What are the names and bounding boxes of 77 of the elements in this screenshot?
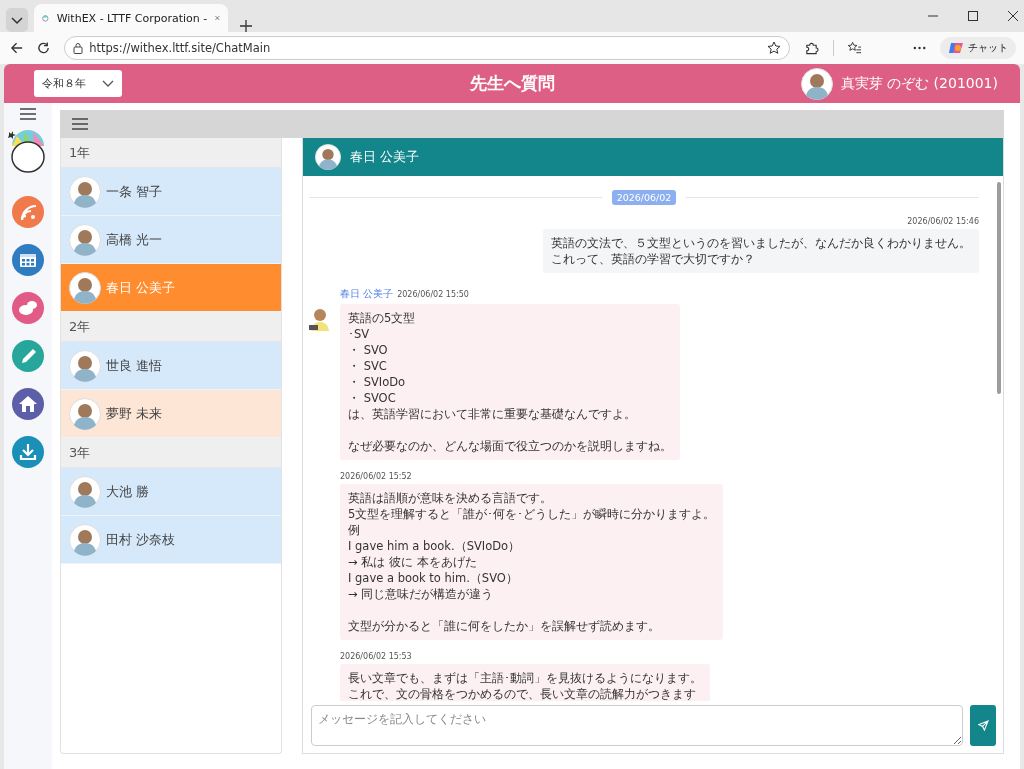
chat-icon[interactable] [12, 292, 44, 324]
page-title: 先生へ質問 [469, 72, 555, 95]
message-line: 英語の文法で、５文型というのを習いましたが、なんだか良くわかりません。 [551, 235, 971, 251]
avatar-icon [315, 144, 341, 170]
group-header: 2年 [61, 312, 281, 342]
avatar-icon [69, 523, 101, 556]
star-icon[interactable] [766, 41, 781, 55]
pencil-icon[interactable] [12, 340, 44, 372]
user-name: 真実芽 のぞむ (201001) [840, 74, 998, 93]
message-line: これで、文の骨格をつかめるので、長い文章の読解力がつきます [348, 686, 697, 701]
message-line: ・ SVIoDo [348, 374, 407, 390]
menu-icon[interactable] [20, 108, 36, 120]
message-line: ・ SVC [348, 358, 388, 374]
close-icon[interactable] [1008, 11, 1018, 21]
message-line: 文型が分かると「誰に何をしたか」を誤解せず読めます。 [348, 618, 661, 634]
message-line: → 私は 彼に 本をあげた [348, 554, 478, 570]
assistant-icon [948, 40, 964, 56]
message-line: → 同じ意味だが構造が違う [348, 586, 495, 602]
avatar-icon [69, 349, 101, 382]
message-line: I gave a book to him.（SVO） [348, 570, 519, 586]
contact-item[interactable]: 一条 智子 [61, 168, 281, 216]
avatar-icon [69, 475, 101, 508]
more-icon[interactable] [912, 46, 926, 50]
contact-item[interactable]: 大池 勝 [61, 468, 281, 516]
send-button[interactable] [970, 705, 996, 746]
message-line: 英語の5文型 [348, 310, 417, 326]
home-icon[interactable] [12, 388, 44, 420]
message-time: 2026/06/02 15:53 [340, 652, 412, 661]
tab-list-icon[interactable] [6, 8, 28, 32]
calendar-icon[interactable] [12, 244, 44, 276]
message-line: なぜ必要なのか、どんな場面で役立つのかを説明しますね。 [348, 438, 672, 454]
message-line: 英語は語順が意味を決める言語です。 [348, 490, 553, 506]
message-line: ･SV [348, 326, 371, 342]
message-line: ・ SVOC [348, 390, 397, 406]
message-line: ・ SVO [348, 342, 389, 358]
send-icon [977, 720, 989, 731]
message-line: これって、英語の学習で大切ですか？ [551, 251, 756, 267]
message-line: 5文型を理解すると「誰が･何を･どうした」が瞬時に分かりますよ。 [348, 506, 716, 522]
scrollbar-thumb[interactable] [997, 182, 1001, 394]
browser-tab[interactable]: WithEX - LTTF Corporation - [34, 4, 228, 32]
sender-name: 春日 公美子 [340, 288, 394, 299]
message-line: は、英語学習において非常に重要な基礎なんですよ。 [348, 406, 637, 422]
contact-item[interactable]: 世良 進悟 [61, 342, 281, 390]
avatar-icon [69, 271, 101, 304]
feed-icon[interactable] [12, 196, 44, 228]
message-line: I gave him a book.（SVIoDo） [348, 538, 522, 554]
message-line: 例 [348, 522, 361, 538]
message-line: 長い文章でも、まずは「主語･動詞」を見抜けるようになります。 [348, 670, 702, 686]
group-header: 1年 [61, 138, 281, 168]
new-tab-icon[interactable] [240, 20, 252, 32]
back-icon[interactable] [10, 41, 24, 55]
lock-icon [73, 42, 84, 54]
user-avatar-icon [800, 67, 833, 100]
era-select[interactable]: 令和８年 [34, 70, 122, 97]
avatar-icon [69, 397, 101, 430]
favorites-icon[interactable] [847, 40, 863, 56]
maximize-icon[interactable] [968, 11, 978, 21]
message-time: 2026/06/02 15:50 [397, 290, 469, 299]
puzzle-icon[interactable] [803, 40, 819, 56]
partner-name: 春日 公美子 [350, 148, 420, 166]
contact-item[interactable]: 夢野 未来 [61, 390, 281, 438]
contact-item[interactable]: 田村 沙奈枝 [61, 516, 281, 564]
download-icon[interactable] [12, 436, 44, 468]
contact-item[interactable]: 高橋 光一 [61, 216, 281, 264]
chevron-down-icon [102, 79, 114, 88]
address-bar[interactable]: https://withex.lttf.site/ChatMain [64, 36, 790, 60]
assistant-button[interactable]: チャット [940, 37, 1016, 59]
person-icon [309, 306, 331, 332]
message-input[interactable]: メッセージを記入してください [311, 705, 963, 746]
avatar-icon [69, 175, 101, 208]
message-time: 2026/06/02 15:52 [340, 472, 412, 481]
group-header: 3年 [61, 438, 281, 468]
refresh-icon[interactable] [37, 41, 51, 55]
message-time: 2026/06/02 15:46 [907, 217, 979, 226]
menu-icon[interactable] [72, 118, 88, 130]
tab-title: WithEX - LTTF Corporation - [56, 11, 208, 25]
avatar-icon [69, 223, 101, 256]
